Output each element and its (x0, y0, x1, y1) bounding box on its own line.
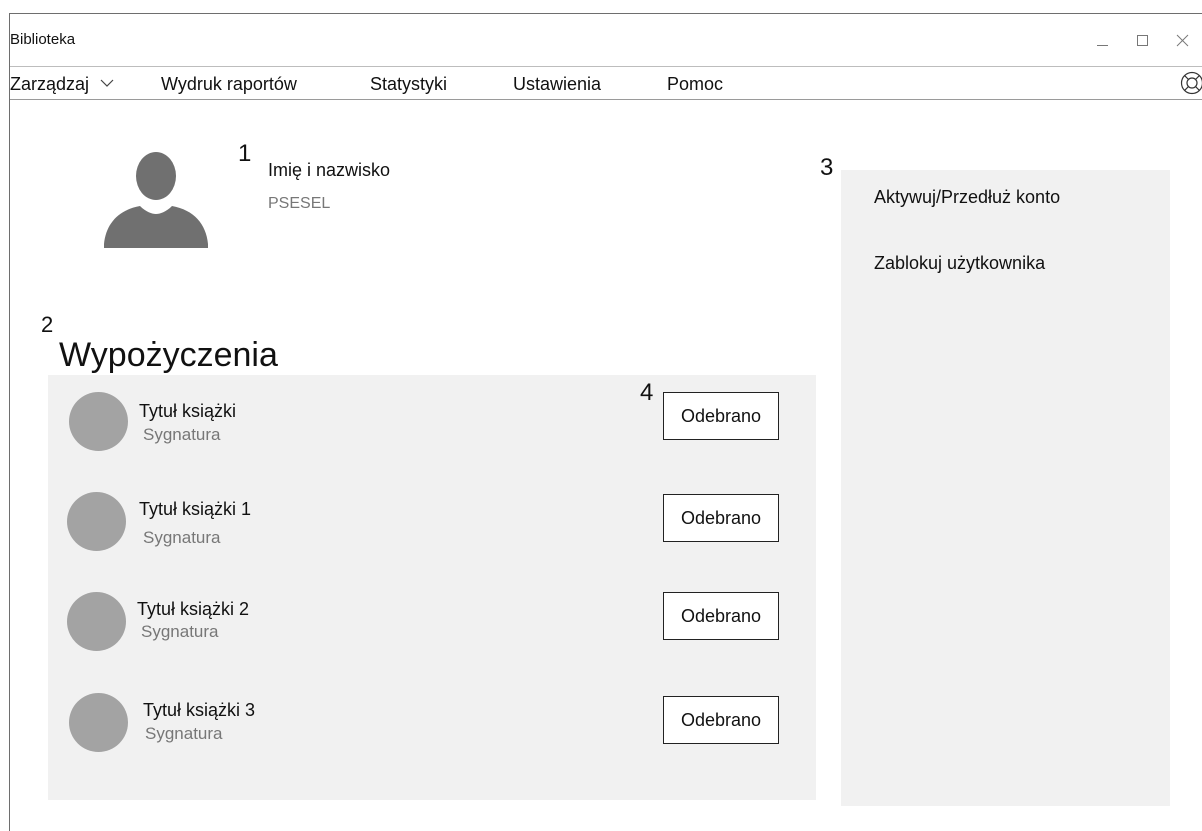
book-title: Tytuł książki (139, 401, 237, 421)
annotation-marker-1: 1 (238, 140, 252, 167)
received-button[interactable]: Odebrano (663, 392, 779, 440)
received-button[interactable]: Odebrano (663, 696, 779, 744)
user-pesel: PSESEL (268, 195, 331, 212)
book-signature: Sygnatura (141, 622, 219, 641)
menu-item-label: Zarządzaj (10, 74, 90, 94)
book-thumbnail (67, 592, 126, 651)
maximize-button[interactable] (1122, 28, 1162, 52)
window-controls (1082, 28, 1202, 52)
close-icon (1176, 34, 1188, 46)
book-title: Tytuł książki 3 (143, 700, 256, 720)
book-thumbnail (69, 392, 128, 451)
menu-bar: Zarządzaj Wydruk raportów Statystyki Ust… (10, 66, 1202, 100)
book-thumbnail (67, 492, 126, 551)
book-thumbnail (69, 693, 128, 752)
menu-item-statistics[interactable]: Statystyki (370, 74, 447, 95)
chevron-down-icon (100, 79, 114, 88)
loans-list: 4 Tytuł książki Sygnatura Odebrano Tytuł… (48, 375, 816, 800)
maximize-icon (1136, 34, 1148, 46)
menu-item-settings[interactable]: Ustawienia (513, 74, 601, 95)
loans-heading: Wypożyczenia (59, 336, 278, 374)
list-item: Tytuł książki 2 Sygnatura Odebrano (48, 575, 816, 655)
list-item: Tytuł książki 3 Sygnatura Odebrano (48, 678, 816, 758)
user-silhouette-icon (104, 152, 208, 248)
menu-item-manage[interactable]: Zarządzaj (10, 74, 114, 95)
account-actions-panel: Aktywuj/Przedłuż konto Zablokuj użytkown… (841, 170, 1170, 806)
title-bar: Biblioteka (10, 14, 1202, 66)
annotation-marker-3: 3 (820, 154, 834, 181)
book-signature: Sygnatura (145, 724, 223, 743)
app-window: Biblioteka Zarządzaj Wydruk raportów Sta… (9, 13, 1202, 831)
list-item: Tytuł książki 1 Sygnatura Odebrano (48, 475, 816, 555)
book-title: Tytuł książki 2 (137, 599, 250, 619)
received-button[interactable]: Odebrano (663, 592, 779, 640)
minimize-button[interactable] (1082, 28, 1122, 52)
book-signature: Sygnatura (143, 425, 221, 444)
minimize-icon (1096, 44, 1108, 46)
menu-item-reports[interactable]: Wydruk raportów (161, 74, 297, 95)
list-item: Tytuł książki Sygnatura Odebrano (48, 375, 816, 455)
lifebuoy-icon[interactable] (1180, 71, 1202, 95)
received-button[interactable]: Odebrano (663, 494, 779, 542)
activate-extend-account-link[interactable]: Aktywuj/Przedłuż konto (874, 187, 1060, 208)
close-button[interactable] (1162, 28, 1202, 52)
book-title: Tytuł książki 1 (139, 499, 252, 519)
block-user-link[interactable]: Zablokuj użytkownika (874, 253, 1045, 274)
annotation-marker-2: 2 (41, 312, 54, 337)
book-signature: Sygnatura (143, 528, 221, 547)
menu-item-help[interactable]: Pomoc (667, 74, 723, 95)
user-name: Imię i nazwisko (268, 160, 391, 180)
window-title: Biblioteka (10, 31, 76, 48)
